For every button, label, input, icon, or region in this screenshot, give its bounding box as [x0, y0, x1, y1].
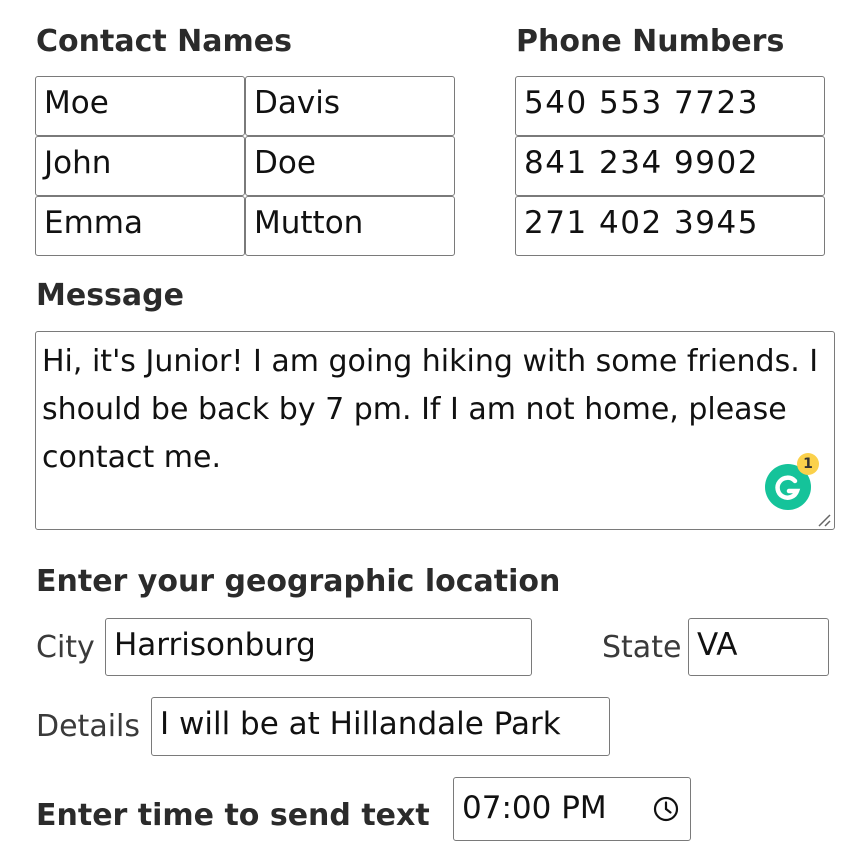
message-textarea[interactable]: Hi, it's Junior! I am going hiking with … — [35, 331, 835, 530]
city-input[interactable]: Harrisonburg — [105, 618, 532, 676]
details-label: Details — [36, 709, 141, 744]
contact-first-name-2[interactable]: John — [35, 136, 245, 196]
resize-handle-icon[interactable] — [816, 512, 832, 528]
clock-icon[interactable] — [652, 795, 680, 823]
city-label: City — [36, 630, 95, 665]
phone-numbers-heading: Phone Numbers — [516, 24, 785, 59]
send-time-label: Enter time to send text — [36, 798, 430, 833]
contact-first-name-1[interactable]: Moe — [35, 76, 245, 136]
contact-last-name-3[interactable]: Mutton — [245, 196, 455, 256]
contact-first-name-3[interactable]: Emma — [35, 196, 245, 256]
contact-names-heading: Contact Names — [36, 24, 292, 59]
phone-number-3[interactable]: 271 402 3945 — [515, 196, 825, 256]
phone-number-1[interactable]: 540 553 7723 — [515, 76, 825, 136]
message-text: Hi, it's Junior! I am going hiking with … — [42, 344, 819, 475]
grammarly-count-badge: 1 — [797, 453, 819, 475]
contact-last-name-1[interactable]: Davis — [245, 76, 455, 136]
send-time-value: 07:00 PM — [462, 790, 607, 826]
message-heading: Message — [36, 278, 184, 313]
state-label: State — [602, 630, 682, 665]
location-heading: Enter your geographic location — [36, 564, 561, 599]
phone-number-2[interactable]: 841 234 9902 — [515, 136, 825, 196]
contact-last-name-2[interactable]: Doe — [245, 136, 455, 196]
details-input[interactable]: I will be at Hillandale Park — [151, 697, 610, 756]
state-input[interactable]: VA — [688, 618, 829, 676]
